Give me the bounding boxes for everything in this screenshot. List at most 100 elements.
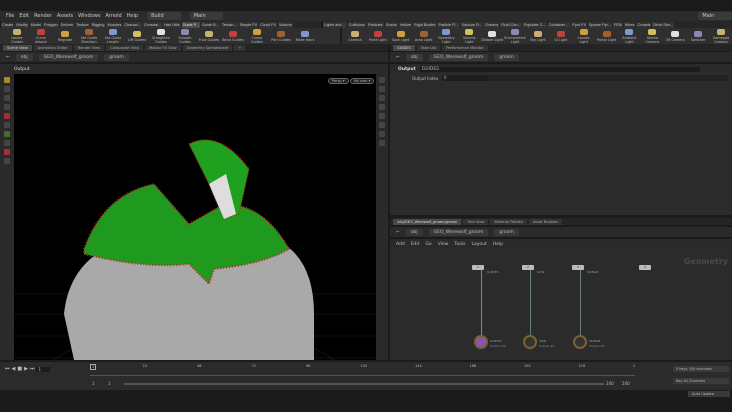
tab-asset-browser[interactable]: Asset Browser bbox=[528, 218, 563, 225]
shelf-tab[interactable]: Particle Fl... bbox=[437, 21, 460, 28]
shelf-tab[interactable]: Create bbox=[1, 21, 15, 28]
menu-add[interactable]: Add bbox=[396, 242, 405, 247]
menu-file[interactable]: File bbox=[6, 13, 14, 19]
tab-motion-fx-view[interactable]: Motion FX View bbox=[145, 44, 181, 51]
shelf-tool[interactable]: Regrade bbox=[54, 30, 76, 42]
tool-button[interactable] bbox=[4, 158, 10, 164]
output-index-slider[interactable] bbox=[488, 75, 728, 81]
path-geo[interactable]: GEO_Werewolf_groom bbox=[428, 228, 489, 236]
shelf-tool[interactable]: Area Light bbox=[413, 30, 435, 42]
path-node[interactable]: groom bbox=[494, 228, 519, 236]
play-button[interactable]: ▶ bbox=[24, 366, 28, 372]
shelf-tool[interactable]: Geometry Light bbox=[436, 28, 458, 44]
shelf-tab[interactable]: Crowds bbox=[636, 21, 652, 28]
shelf-tab[interactable]: Cloud FX bbox=[259, 21, 278, 28]
output-node-skin[interactable] bbox=[523, 335, 537, 349]
display-button[interactable] bbox=[379, 86, 385, 92]
shelf-tool[interactable]: Ambient Light bbox=[619, 28, 641, 44]
shelf-tab[interactable]: Rigging bbox=[90, 21, 106, 28]
shelf-tab[interactable]: Grains bbox=[384, 21, 398, 28]
shelf-tab[interactable]: Muscles bbox=[106, 21, 123, 28]
menu-tools[interactable]: Tools bbox=[454, 242, 465, 247]
shelf-tab[interactable]: Polygon bbox=[42, 21, 59, 28]
jump-end-button[interactable]: ⏭ bbox=[30, 366, 35, 372]
tab-material-palette[interactable]: Material Palette bbox=[490, 218, 527, 225]
shelf-tool[interactable]: Smooth Guides bbox=[174, 28, 196, 44]
tool-button[interactable] bbox=[4, 104, 10, 110]
shelf-tab[interactable]: Modify bbox=[15, 21, 29, 28]
tool-button[interactable] bbox=[4, 95, 10, 101]
display-button[interactable] bbox=[379, 122, 385, 128]
shelf-tab[interactable]: Viscous Fl... bbox=[460, 21, 484, 28]
end-frame-field[interactable]: 240 bbox=[622, 381, 630, 386]
shelf-tab[interactable]: Oceans bbox=[484, 21, 500, 28]
tool-button[interactable] bbox=[4, 77, 10, 83]
range-end-field[interactable]: 240 bbox=[606, 381, 614, 386]
shelf-tab[interactable]: Collisions bbox=[347, 21, 366, 28]
shelf-tool[interactable]: Straighten Guides bbox=[150, 28, 172, 44]
shelf-tab[interactable]: Fluid Con... bbox=[500, 21, 522, 28]
shelf-tool[interactable]: Switcher bbox=[687, 30, 709, 42]
path-obj[interactable]: obj bbox=[405, 228, 423, 236]
shelf-tool[interactable]: Stereo Camera bbox=[641, 28, 663, 44]
start-frame-field[interactable]: 1 bbox=[92, 381, 95, 386]
shelf-tab[interactable]: Pyro FX bbox=[571, 21, 588, 28]
shelf-tab[interactable]: Wires bbox=[623, 21, 636, 28]
current-frame-field[interactable]: 1 bbox=[36, 366, 51, 372]
shelf-tab[interactable]: Drive Sim... bbox=[652, 21, 674, 28]
stop-button[interactable]: ■ bbox=[17, 366, 22, 372]
shelf-tab[interactable]: Hair Utils bbox=[163, 21, 181, 28]
shelf-tab[interactable]: Charact... bbox=[123, 21, 142, 28]
viewport-3d[interactable]: Persp ▾ No cam ▾ bbox=[14, 74, 376, 360]
tab-geometry-spreadsheet[interactable]: Geometry Spreadsheet bbox=[182, 44, 233, 51]
display-button[interactable] bbox=[379, 113, 385, 119]
timeline-scrubber[interactable]: 1 24 48 72 96 120 144 168 192 216 2 bbox=[90, 364, 635, 376]
display-button[interactable] bbox=[379, 77, 385, 83]
shelf-tab[interactable]: Constrai... bbox=[142, 21, 163, 28]
shelf-tool[interactable]: Set Guide Length bbox=[102, 28, 124, 44]
tool-button[interactable] bbox=[4, 86, 10, 92]
tab-scene-view[interactable]: Scene View bbox=[3, 44, 32, 51]
shelf-tool[interactable]: Gamepad Camera bbox=[710, 28, 732, 44]
shelf-tool[interactable]: Lift Guides bbox=[126, 30, 148, 42]
tab-animation-editor[interactable]: Animation Editor bbox=[33, 44, 72, 51]
shelf-tool[interactable]: Camera bbox=[344, 30, 366, 42]
menu-edit[interactable]: Edit bbox=[19, 13, 29, 19]
menu-edit[interactable]: Edit bbox=[411, 242, 420, 247]
shelf-tab-active[interactable]: Guide P... bbox=[181, 21, 200, 28]
persp-menu[interactable]: Persp ▾ bbox=[328, 78, 349, 84]
tool-button[interactable] bbox=[4, 149, 10, 155]
tab-take-list[interactable]: Take List bbox=[416, 44, 441, 51]
path-node[interactable]: groom bbox=[494, 53, 519, 61]
shelf-tab[interactable]: Particles bbox=[367, 21, 384, 28]
subnet-input-node[interactable]: 2 bbox=[522, 265, 534, 270]
range-slider[interactable] bbox=[124, 383, 604, 385]
back-arrow-icon[interactable]: ← bbox=[396, 55, 400, 60]
key-all-channels-menu[interactable]: Key All Channels bbox=[673, 378, 729, 384]
shelf-tab[interactable]: Model bbox=[29, 21, 42, 28]
subnet-input-node[interactable]: 3 bbox=[572, 265, 584, 270]
tab-render-view[interactable]: Render View bbox=[73, 44, 105, 51]
shelf-tool[interactable]: VR Camera bbox=[664, 30, 686, 42]
shelf-tool[interactable]: Distant Light bbox=[481, 30, 503, 42]
main-desktop-select[interactable]: Main bbox=[189, 12, 224, 20]
tool-button[interactable] bbox=[4, 131, 10, 137]
output-node-guides[interactable] bbox=[474, 335, 488, 349]
shelf-tab[interactable]: Simple FX bbox=[238, 21, 259, 28]
output-index-field[interactable]: 0 bbox=[442, 75, 488, 81]
path-geo[interactable]: GEO_Werewolf_groom bbox=[428, 53, 489, 61]
shelf-tab[interactable]: FEM bbox=[612, 21, 623, 28]
subnet-input-node[interactable]: 4 bbox=[639, 265, 651, 270]
tab-performance-monitor[interactable]: Performance Monitor bbox=[442, 44, 488, 51]
tool-button[interactable] bbox=[4, 122, 10, 128]
jump-start-button[interactable]: ⏮ bbox=[5, 366, 10, 372]
menu-arnold[interactable]: Arnold bbox=[105, 13, 121, 19]
display-button[interactable] bbox=[379, 131, 385, 137]
range-start-field[interactable]: 1 bbox=[108, 381, 111, 386]
shelf-tool[interactable]: Set Guide Direction bbox=[78, 28, 100, 44]
shelf-tool[interactable]: Make Hairs bbox=[294, 30, 316, 42]
shelf-tool[interactable]: Part Guides bbox=[270, 30, 292, 42]
menu-help[interactable]: Help bbox=[493, 242, 503, 247]
menu-go[interactable]: Go bbox=[425, 242, 431, 247]
shelf-tool[interactable]: Spot Light bbox=[390, 30, 412, 42]
